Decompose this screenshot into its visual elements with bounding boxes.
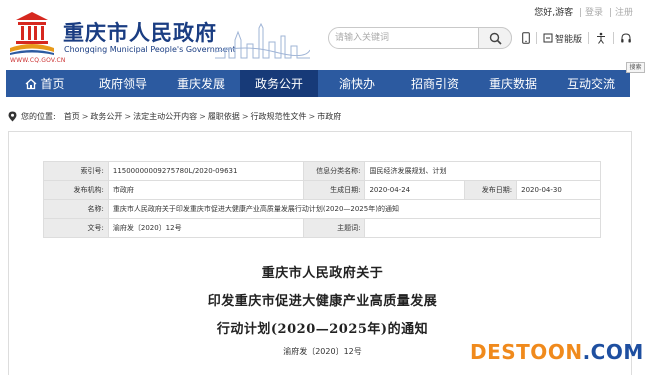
- top-links: 您好,游客 | 登录 | 注册: [534, 8, 633, 18]
- tool-divider: [613, 32, 615, 44]
- headphones-icon: [621, 33, 631, 43]
- nav-item-home[interactable]: 首页: [6, 70, 84, 97]
- breadcrumb-link[interactable]: 行政规范性文件: [251, 111, 307, 122]
- nav-item-label: 重庆发展: [176, 77, 225, 91]
- table-row: 文号: 渝府发〔2020〕12号 主题词:: [43, 218, 601, 238]
- search-input[interactable]: [335, 30, 475, 46]
- name-label: 名称:: [43, 199, 109, 219]
- doc-number-value: 渝府发〔2020〕12号: [107, 218, 304, 238]
- smart-version-button[interactable]: 智能版: [543, 32, 582, 45]
- location-pin-icon: [8, 111, 17, 122]
- site-header: WWW.CQ.GOV.CN 重庆市人民政府 Chongqing Municipa…: [0, 0, 645, 68]
- nav-item-leaders[interactable]: 政府领导: [84, 70, 162, 97]
- nav-item-development[interactable]: 重庆发展: [162, 70, 240, 97]
- document-title-line-2: 印发重庆市促进大健康产业高质量发展: [207, 294, 438, 309]
- document-title-line-3: 行动计划(2020—2025年)的通知: [216, 322, 429, 337]
- site-title[interactable]: 重庆市人民政府: [63, 17, 217, 47]
- watermark-part2: .COM: [582, 340, 644, 364]
- breadcrumb-link[interactable]: 首页: [64, 111, 80, 122]
- index-value: 11500000009275780L/2020-09631: [107, 161, 304, 181]
- topic-label: 主题词:: [302, 218, 366, 238]
- visitor-text: 游客: [555, 8, 574, 18]
- mobile-version-button[interactable]: [522, 32, 530, 44]
- topic-value: [364, 218, 601, 238]
- breadcrumb-link[interactable]: 履职依据: [208, 111, 240, 122]
- nav-item-label: 政府领导: [98, 77, 147, 91]
- nav-item-yukuaiban[interactable]: 渝快办: [318, 70, 396, 97]
- search-button[interactable]: [478, 27, 512, 49]
- table-row: 发布机构: 市政府 生成日期: 2020-04-24 发布日期: 2020-04…: [43, 180, 601, 200]
- register-link[interactable]: 注册: [615, 8, 633, 18]
- nav-item-investment[interactable]: 招商引资: [396, 70, 474, 97]
- header-tools: 智能版: [522, 29, 632, 47]
- greeting-text: 您好,: [534, 8, 556, 18]
- watermark-part1: DESTOON: [470, 340, 583, 364]
- site-subtitle: Chongqing Municipal People's Government: [64, 45, 236, 54]
- audio-button[interactable]: [620, 32, 632, 44]
- watermark-logo: DESTOON.COM: [470, 340, 644, 364]
- nav-item-interaction[interactable]: 互动交流: [552, 70, 630, 97]
- nav-item-label: 重庆数据: [488, 77, 537, 91]
- site-domain: WWW.CQ.GOV.CN: [10, 57, 66, 64]
- home-icon: [26, 78, 37, 89]
- smart-icon: [543, 33, 553, 43]
- mobile-icon: [522, 32, 530, 44]
- created-date-value: 2020-04-24: [364, 180, 466, 200]
- city-skyline-icon: [215, 22, 310, 59]
- org-value: 市政府: [107, 180, 304, 200]
- breadcrumb-prefix: 您的位置:: [21, 112, 56, 121]
- tool-divider: [536, 32, 537, 44]
- document-title-line-1: 重庆市人民政府关于: [261, 266, 384, 281]
- nav-item-data[interactable]: 重庆数据: [474, 70, 552, 97]
- accessibility-icon: [597, 32, 606, 44]
- breadcrumb: 您的位置: 首页 > 政务公开 > 法定主动公开内容 > 履职依据 > 行政规范性文件 >…: [8, 111, 341, 122]
- document-info-table: 索引号: 11500000009275780L/2020-09631 信息分类名…: [43, 161, 602, 238]
- login-link[interactable]: 登录: [585, 8, 603, 18]
- nav-item-label: 互动交流: [566, 77, 615, 91]
- org-label: 发布机构:: [43, 180, 109, 200]
- smart-version-label: 智能版: [555, 34, 583, 45]
- category-value: 国民经济发展规划、计划: [364, 161, 601, 181]
- category-label: 信息分类名称:: [302, 161, 366, 181]
- nav-item-label: 渝快办: [338, 77, 375, 91]
- main-nav: 首页 政府领导 重庆发展 政务公开 渝快办 招商引资 重庆数据 互动交流: [6, 70, 630, 97]
- doc-number-label: 文号:: [43, 218, 109, 238]
- published-date-value: 2020-04-30: [516, 180, 601, 200]
- tool-divider: [588, 32, 590, 44]
- breadcrumb-link[interactable]: 法定主动公开内容: [133, 111, 197, 122]
- nav-item-government-affairs[interactable]: 政务公开: [240, 70, 318, 97]
- nav-item-label: 政务公开: [254, 77, 303, 91]
- table-row: 名称: 重庆市人民政府关于印发重庆市促进大健康产业高质量发展行动计划(2020—…: [43, 199, 602, 219]
- elder-mode-button[interactable]: [595, 32, 607, 44]
- created-date-label: 生成日期:: [302, 180, 366, 200]
- side-search-tab[interactable]: 搜索: [626, 62, 645, 73]
- search-box: [328, 27, 512, 49]
- table-row: 索引号: 11500000009275780L/2020-09631 信息分类名…: [43, 161, 601, 181]
- breadcrumb-link[interactable]: 政务公开: [90, 111, 122, 122]
- search-icon: [489, 32, 502, 45]
- nav-item-label: 招商引资: [410, 77, 459, 91]
- name-value: 重庆市人民政府关于印发重庆市促进大健康产业高质量发展行动计划(2020—2025…: [107, 199, 602, 219]
- index-label: 索引号:: [43, 161, 109, 181]
- nav-item-label: 首页: [40, 77, 65, 91]
- government-emblem-icon[interactable]: [8, 10, 56, 56]
- published-date-label: 发布日期:: [464, 180, 518, 200]
- breadcrumb-link[interactable]: 市政府: [317, 111, 341, 122]
